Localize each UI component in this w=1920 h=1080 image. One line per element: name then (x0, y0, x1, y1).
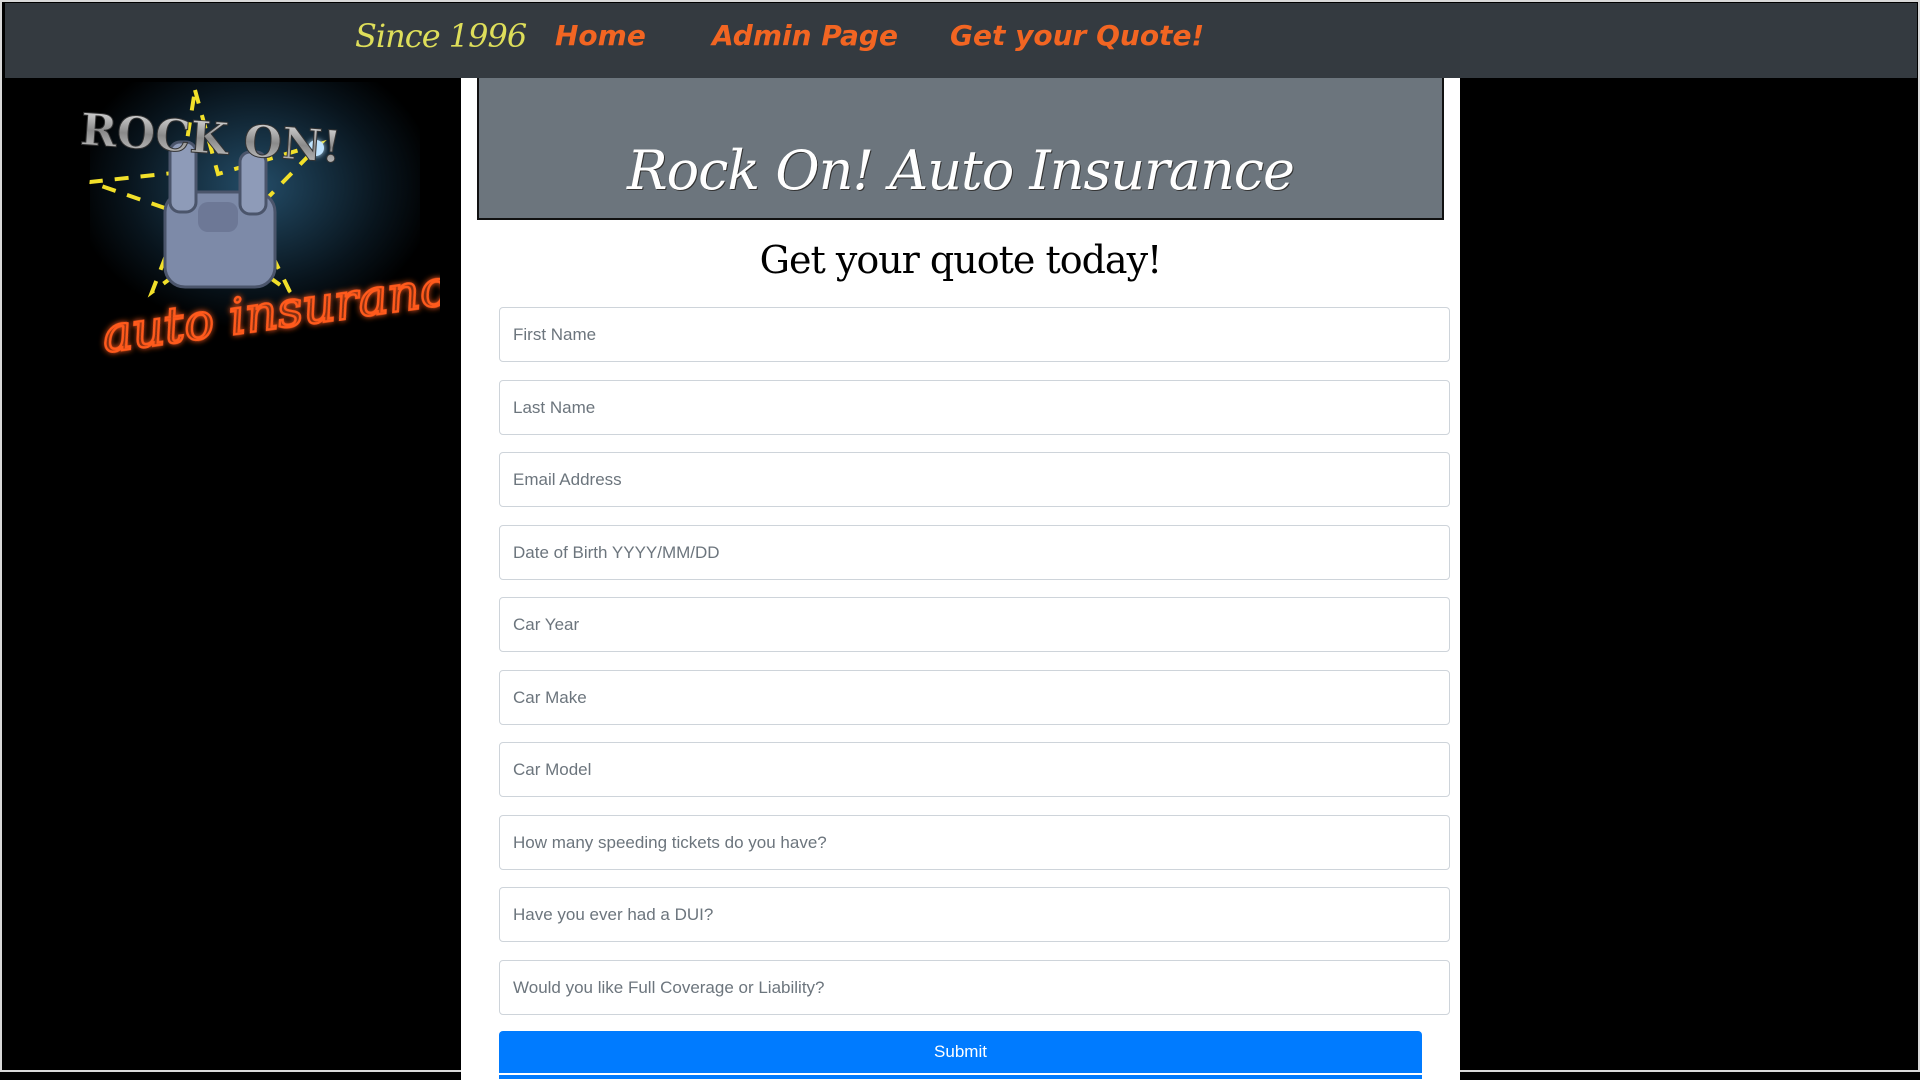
car-model-field[interactable] (499, 742, 1450, 797)
rock-on-logo: ROCK ON! auto insurance (78, 82, 440, 366)
date-of-birth-field[interactable] (499, 525, 1450, 580)
car-make-field[interactable] (499, 670, 1450, 725)
first-name-field[interactable] (499, 307, 1450, 362)
coverage-field[interactable] (499, 960, 1450, 1015)
last-name-field[interactable] (499, 380, 1450, 435)
navbar: Since 1996 Home Admin Page Get your Quot… (5, 3, 1917, 78)
main-content: Rock On! Auto Insurance Get your quote t… (461, 78, 1460, 1080)
dui-field[interactable] (499, 887, 1450, 942)
submit-underline (499, 1073, 1422, 1079)
submit-button[interactable]: Submit (499, 1031, 1422, 1073)
car-year-field[interactable] (499, 597, 1450, 652)
form-heading: Get your quote today! (759, 238, 1163, 282)
site-title: Rock On! Auto Insurance (627, 138, 1295, 202)
nav-link-get-quote[interactable]: Get your Quote! (950, 19, 1204, 52)
nav-link-home[interactable]: Home (555, 19, 646, 52)
email-field[interactable] (499, 452, 1450, 507)
jumbotron: Rock On! Auto Insurance (477, 78, 1444, 220)
speeding-tickets-field[interactable] (499, 815, 1450, 870)
nav-link-admin-page[interactable]: Admin Page (712, 19, 898, 52)
navbar-brand[interactable]: Since 1996 (355, 17, 527, 55)
